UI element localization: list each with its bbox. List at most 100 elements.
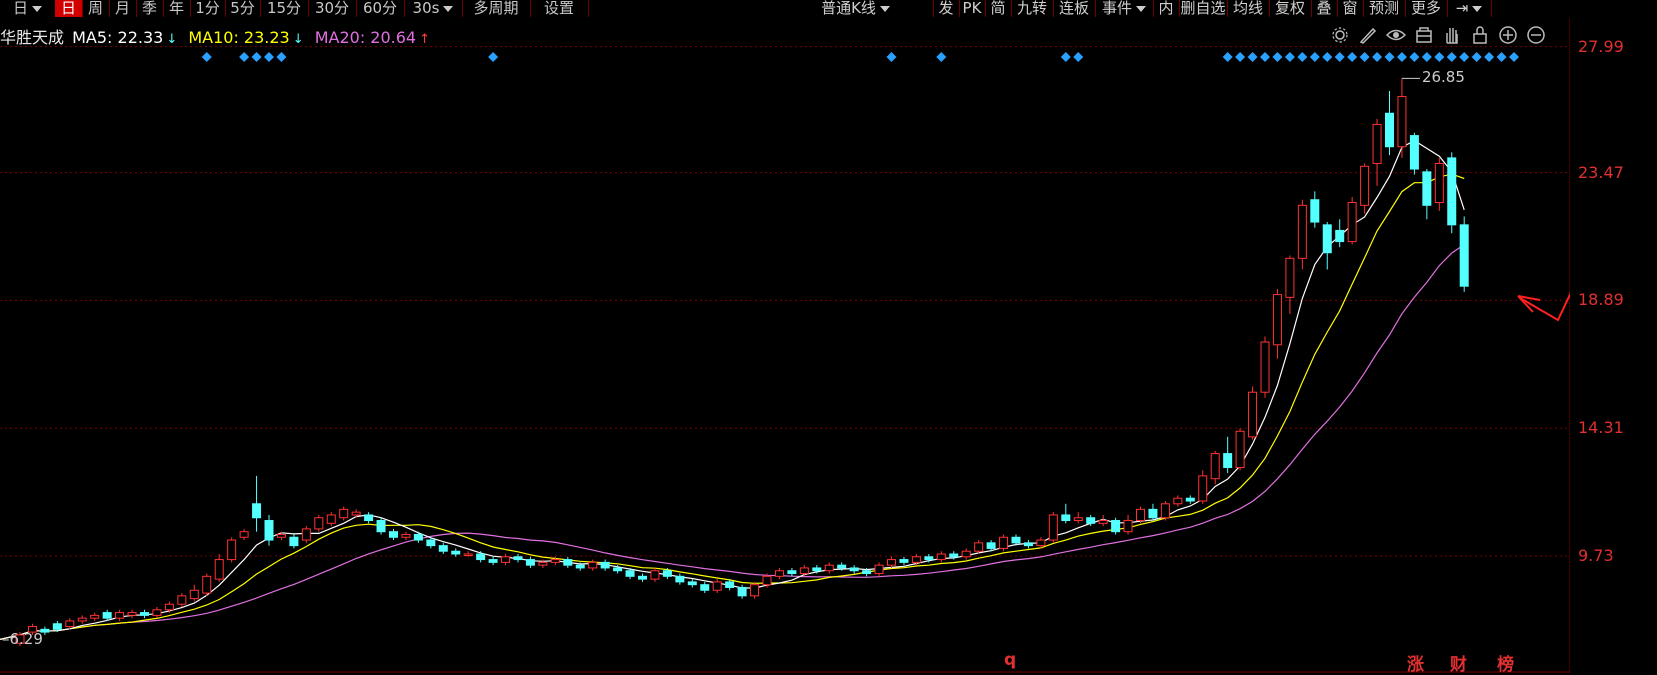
- candle-body: [1023, 542, 1033, 547]
- candle-body: [426, 539, 436, 547]
- stock-name: 华胜天成: [0, 28, 65, 47]
- toolbar-right-item[interactable]: 事件: [1095, 0, 1154, 17]
- candle-body: [1372, 123, 1382, 164]
- min-price-label: –6.29: [2, 630, 43, 648]
- candle-body: [662, 570, 672, 577]
- event-marker-icon: [1235, 52, 1246, 62]
- event-marker-icon: [1496, 52, 1507, 62]
- pen-icon[interactable]: [1358, 25, 1378, 45]
- candle-body: [1198, 475, 1208, 502]
- settings-icon[interactable]: [1330, 25, 1350, 45]
- event-marker-icon: [1297, 52, 1308, 62]
- toolbar-right-item[interactable]: 窗: [1337, 0, 1364, 17]
- eye-icon[interactable]: [1386, 25, 1406, 45]
- toolbar-item[interactable]: 设置: [530, 0, 589, 17]
- kline-chart[interactable]: [0, 0, 1570, 673]
- event-marker-icon: [239, 52, 250, 62]
- zoom-out-icon[interactable]: [1526, 25, 1546, 45]
- candle-body: [351, 511, 361, 516]
- event-tag-q[interactable]: q: [1004, 650, 1016, 670]
- toolbar-item[interactable]: 60分: [356, 0, 405, 17]
- candle-body: [152, 609, 162, 616]
- candle-body: [675, 575, 685, 583]
- chevron-down-icon: [1472, 5, 1483, 12]
- toolbar-item[interactable]: 多周期: [462, 0, 531, 17]
- event-marker-icon: [1396, 52, 1407, 62]
- period-toolbar: 日日周月季年 1分 5分 15分 30分 60分 30s 多周期 设置 普通K线发 PK 简九转 连板事…: [0, 0, 1570, 18]
- candle-body: [1036, 539, 1046, 547]
- candle-body: [1248, 391, 1258, 438]
- toolbar-right-item[interactable]: 九转: [1011, 0, 1054, 17]
- toolbar-item[interactable]: 15分: [260, 0, 309, 17]
- toolbar-right-item[interactable]: 更多: [1405, 0, 1448, 17]
- chevron-down-icon: [443, 5, 454, 12]
- toolbar-right-item[interactable]: 普通K线: [778, 0, 934, 17]
- candle-body: [1223, 453, 1233, 469]
- candle-body: [1185, 497, 1195, 502]
- candle-body: [1011, 536, 1021, 544]
- toolbar-item[interactable]: 30s: [404, 0, 463, 17]
- candle-body: [1123, 520, 1133, 533]
- candle-body: [1297, 204, 1307, 259]
- candle-body: [90, 614, 100, 619]
- toolbar-right-item[interactable]: 复权: [1269, 0, 1312, 17]
- max-price-label: 26.85: [1421, 68, 1465, 87]
- toolbar-item[interactable]: 30分: [308, 0, 357, 17]
- toolbar-right-item[interactable]: 删自选: [1179, 0, 1228, 17]
- toolbar-item[interactable]: 5分: [225, 0, 261, 17]
- candle-body: [588, 561, 598, 569]
- toolbar-right-item[interactable]: PK: [959, 0, 986, 17]
- candle-body: [1061, 514, 1071, 522]
- toolbar-right-item[interactable]: ⇥: [1447, 0, 1492, 17]
- toolbar-item[interactable]: 日: [55, 0, 83, 17]
- candle-body: [538, 561, 548, 566]
- candle-body: [563, 559, 573, 566]
- toolbar-right-item[interactable]: 内: [1153, 0, 1180, 17]
- toolbar-right-item[interactable]: 连板: [1053, 0, 1096, 17]
- toolbar-right-item[interactable]: 预测: [1363, 0, 1406, 17]
- zoom-in-icon[interactable]: [1498, 25, 1518, 45]
- toolbar-right-item[interactable]: 叠: [1311, 0, 1338, 17]
- candle-body: [911, 556, 921, 563]
- candle-body: [824, 564, 834, 572]
- toolbar-item[interactable]: 日: [0, 0, 56, 17]
- event-marker-icon: [264, 52, 274, 62]
- event-marker-icon: [1322, 52, 1333, 62]
- candle-body: [476, 553, 486, 561]
- toolbar-item[interactable]: 月: [109, 0, 137, 17]
- candle-body: [1086, 517, 1096, 524]
- candle-body: [102, 612, 112, 619]
- save-icon[interactable]: [1414, 25, 1434, 45]
- tag-cai[interactable]: 财: [1450, 650, 1467, 675]
- tag-bang[interactable]: 榜: [1497, 650, 1514, 675]
- toolbar-right-item[interactable]: 发: [933, 0, 960, 17]
- toolbar-item[interactable]: 年: [163, 0, 191, 17]
- ma10-value: MA10: 23.23 ↓: [188, 28, 304, 47]
- candle-body: [525, 559, 535, 566]
- candle-body: [986, 542, 996, 549]
- hand-icon[interactable]: [1442, 25, 1462, 45]
- toolbar-item[interactable]: 季: [136, 0, 164, 17]
- candle-body: [1285, 257, 1295, 298]
- toolbar-right-item[interactable]: 均线: [1227, 0, 1270, 17]
- candle-body: [264, 520, 274, 541]
- candle-body: [301, 528, 311, 541]
- candle-body: [339, 508, 349, 519]
- candle-body: [787, 570, 797, 575]
- tag-zhang[interactable]: 涨: [1407, 650, 1424, 675]
- lock-icon[interactable]: [1470, 25, 1490, 45]
- event-marker-icon: [1446, 52, 1457, 62]
- event-marker-icon: [1434, 52, 1445, 62]
- toolbar-item[interactable]: 周: [82, 0, 110, 17]
- toolbar-item[interactable]: 1分: [190, 0, 226, 17]
- event-marker-icon: [936, 52, 947, 62]
- candle-body: [1210, 453, 1220, 480]
- candle-body: [513, 556, 523, 561]
- event-marker-icon: [1509, 52, 1519, 62]
- candle-body: [1048, 514, 1058, 541]
- candle-body: [252, 503, 262, 519]
- event-marker-icon: [1459, 52, 1470, 62]
- candle-body: [837, 564, 847, 569]
- toolbar-right-item[interactable]: 简: [985, 0, 1012, 17]
- event-marker-icon: [276, 52, 287, 62]
